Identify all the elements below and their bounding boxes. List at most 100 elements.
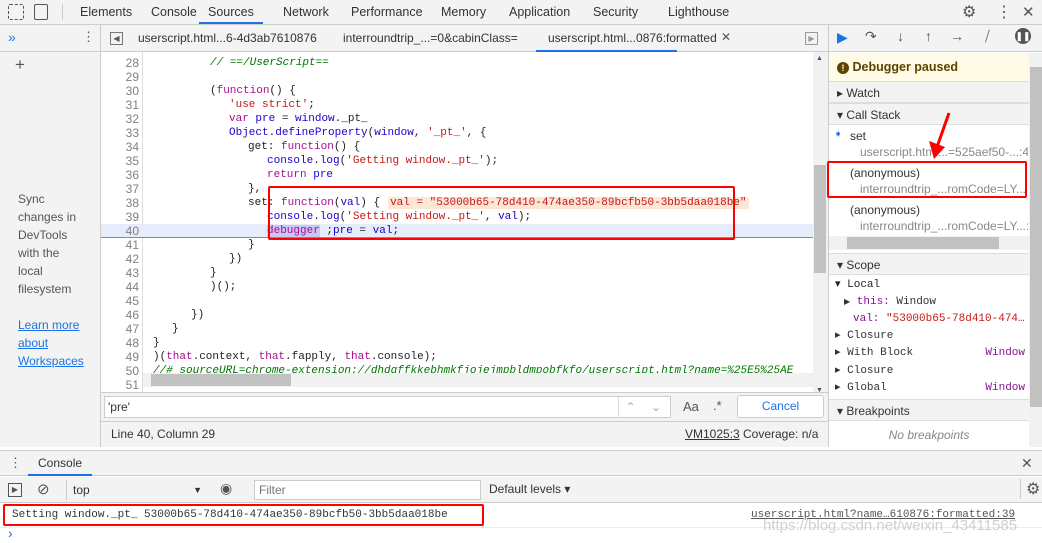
editor-tab[interactable]: interroundtrip_...=0&cabinClass= [343,25,518,52]
code-line[interactable]: 36 return pre [101,168,813,182]
line-number[interactable]: 39 [101,210,139,224]
tab-memory[interactable]: Memory [441,0,486,24]
inspect-element-icon[interactable] [8,4,24,20]
code-line[interactable]: 34 get: function() { [101,140,813,154]
line-number[interactable]: 32 [101,112,139,126]
scope-val[interactable]: val: "53000b65-78d410-474… [829,311,1029,328]
tab-elements[interactable]: Elements [80,0,132,24]
link-line[interactable]: about [18,334,84,352]
line-number[interactable]: 44 [101,280,139,294]
step-out-icon[interactable]: ↑ [925,28,932,44]
scope-item[interactable]: ▸ Closure [829,328,1029,345]
toggle-navigator-icon[interactable]: ◀ [110,32,123,45]
code-line[interactable]: 45 [101,294,813,308]
breakpoints-section-header[interactable]: ▾ Breakpoints [829,399,1029,421]
search-input[interactable]: 'pre' ⌃ ⌄ [104,396,671,418]
line-number[interactable]: 51 [101,378,139,392]
add-folder-button[interactable]: + [15,55,25,75]
show-sidebar-icon[interactable]: ▶ [8,483,22,497]
toggle-debugger-icon[interactable]: ▶ [805,32,818,45]
tab-application[interactable]: Application [509,0,570,24]
source-link[interactable]: VM1025:3 [685,422,740,447]
scope-item[interactable]: ▸ Global Window [829,380,1029,398]
tab-lighthouse[interactable]: Lighthouse [668,0,729,24]
log-levels-dropdown[interactable]: Default levels ▾ [489,482,570,496]
scope-local[interactable]: ▾ Local [829,277,1029,294]
resume-icon[interactable]: ▶ [837,29,848,46]
code-line[interactable]: 47} [101,322,813,336]
scope-item[interactable]: ▸ Closure [829,363,1029,380]
navigator-menu-icon[interactable]: ⋮ [82,29,95,45]
line-number[interactable]: 35 [101,154,139,168]
editor-tab[interactable]: userscript.html...6-4d3ab7610876 [138,25,317,52]
code-line[interactable]: 35 console.log('Getting window._pt_'); [101,154,813,168]
console-prompt[interactable]: › [8,525,13,541]
code-line[interactable]: 42}) [101,252,813,266]
call-frame[interactable]: (anonymous) interroundtrip_...romCode=LY… [829,200,1029,236]
code-line[interactable]: 41} [101,238,813,252]
scroll-thumb[interactable] [814,165,826,273]
line-number[interactable]: 29 [101,70,139,84]
editor-tab-active[interactable]: userscript.html...0876:formatted [536,25,717,52]
line-number[interactable]: 30 [101,84,139,98]
code-line[interactable]: 31 'use strict'; [101,98,813,112]
line-number[interactable]: 31 [101,98,139,112]
tab-security[interactable]: Security [593,0,638,24]
link-line[interactable]: Workspaces [18,352,84,370]
cancel-button[interactable]: Cancel [737,395,824,418]
drawer-tab-console[interactable]: Console [28,451,93,476]
scroll-thumb[interactable] [151,374,291,386]
line-number[interactable]: 38 [101,196,139,210]
code-line[interactable]: 43} [101,266,813,280]
regex-button[interactable]: .* [713,398,722,413]
line-number[interactable]: 42 [101,252,139,266]
close-tab-icon[interactable]: ✕ [721,30,731,44]
line-number[interactable]: 48 [101,336,139,350]
code-line[interactable]: 30 (function() { [101,84,813,98]
more-options-icon[interactable]: ⋮ [996,2,1012,22]
tab-sources[interactable]: Sources [199,0,263,24]
line-number[interactable]: 49 [101,350,139,364]
code-line[interactable]: 29 [101,70,813,84]
clear-console-icon[interactable]: ⊘ [37,480,50,498]
code-line[interactable]: 48} [101,336,813,350]
line-number[interactable]: 50 [101,364,139,378]
step-over-icon[interactable]: ↷ [865,28,877,45]
tab-performance[interactable]: Performance [351,0,423,24]
horizontal-scrollbar[interactable] [143,373,813,387]
learn-more-workspaces-link[interactable]: Learn more about Workspaces [18,316,84,370]
line-number[interactable]: 47 [101,322,139,336]
line-number[interactable]: 41 [101,238,139,252]
next-match-icon[interactable]: ⌄ [646,397,666,417]
code-line[interactable]: 49)(that.context, that.fapply, that.cons… [101,350,813,364]
more-tabs-button[interactable]: » [8,29,16,45]
step-into-icon[interactable]: ↓ [897,28,904,44]
line-number[interactable]: 33 [101,126,139,140]
line-number[interactable]: 45 [101,294,139,308]
vertical-scrollbar[interactable]: ▲ ▼ [813,52,828,400]
line-number[interactable]: 43 [101,266,139,280]
pause-on-exceptions-icon[interactable]: ❚❚ [1015,28,1031,44]
code-line[interactable]: 33 Object.defineProperty(window, '_pt_', … [101,126,813,140]
context-select[interactable]: top ▼ [66,480,206,500]
filter-input[interactable] [254,480,481,500]
close-drawer-icon[interactable]: ✕ [1021,455,1033,472]
line-number[interactable]: 46 [101,308,139,322]
code-line[interactable]: 28 // ==/UserScript== [101,56,813,70]
gear-icon[interactable]: ⚙ [962,2,976,22]
code-line[interactable]: 32 var pre = window._pt_ [101,112,813,126]
code-line[interactable]: 44)(); [101,280,813,294]
match-case-button[interactable]: Aa [683,399,699,414]
line-number[interactable]: 40 [101,224,139,238]
tab-console[interactable]: Console [151,0,197,24]
line-number[interactable]: 37 [101,182,139,196]
scope-item[interactable]: ▸ With Block Window [829,345,1029,363]
scope-section-header[interactable]: ▾ Scope [829,253,1029,275]
deactivate-breakpoints-icon[interactable]: ⧸ [985,28,990,45]
code-line[interactable]: 46}) [101,308,813,322]
link-line[interactable]: Learn more [18,316,84,334]
step-icon[interactable]: → [950,28,964,44]
device-toolbar-icon[interactable] [34,4,48,20]
scope-this[interactable]: ▶ this: Window [829,294,1029,311]
previous-match-icon[interactable]: ⌃ [618,397,642,417]
